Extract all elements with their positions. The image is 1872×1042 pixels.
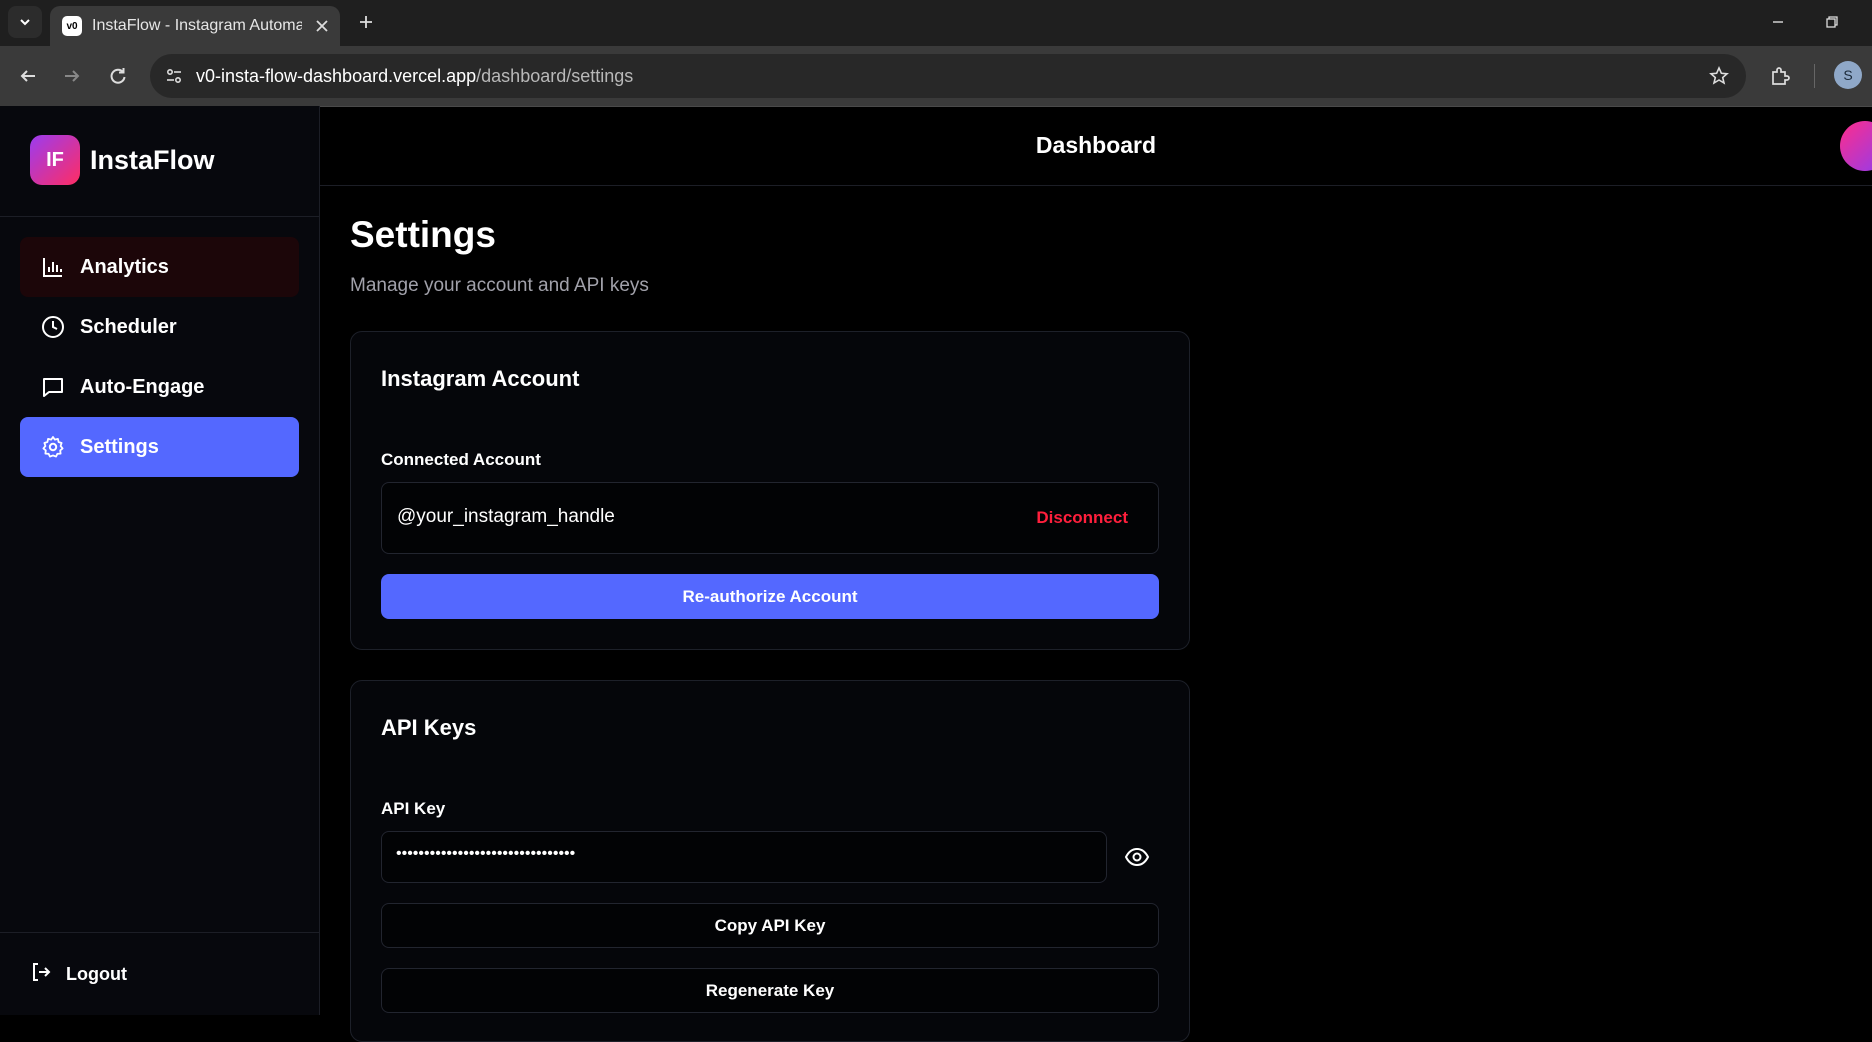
disconnect-button[interactable]: Disconnect (1036, 508, 1128, 528)
toggle-visibility-button[interactable] (1122, 842, 1152, 872)
sidebar-item-scheduler[interactable]: Scheduler (20, 297, 299, 357)
reload-button[interactable] (104, 62, 132, 90)
card-title: Instagram Account (381, 366, 580, 391)
message-square-icon (40, 374, 66, 400)
window-restore-button[interactable] (1820, 10, 1844, 34)
tab-close-button[interactable] (312, 16, 332, 36)
logout-icon (30, 961, 52, 988)
connected-account-label: Connected Account (381, 450, 541, 469)
star-icon (1709, 66, 1729, 85)
page-subtitle: Manage your account and API keys (350, 275, 649, 296)
top-bar: Dashboard (320, 106, 1872, 186)
v0-favicon-icon: v0 (62, 16, 82, 36)
tab-search-button[interactable] (8, 6, 42, 38)
profile-avatar-button[interactable]: S (1834, 61, 1862, 89)
bar-chart-icon (40, 254, 66, 280)
clock-icon (40, 314, 66, 340)
sidebar-item-label: Settings (80, 435, 159, 458)
browser-toolbar: v0-insta-flow-dashboard.vercel.app/dashb… (0, 46, 1872, 107)
sidebar-divider (0, 932, 319, 933)
api-key-input[interactable]: •••••••••••••••••••••••••••••••• (381, 831, 1107, 883)
card-title: API Keys (381, 715, 477, 740)
brand-logo: IF (30, 135, 80, 185)
forward-button[interactable] (58, 62, 86, 90)
logout-button[interactable]: Logout (30, 961, 127, 988)
sidebar-divider (0, 216, 319, 217)
logout-label: Logout (66, 964, 127, 984)
brand-name: InstaFlow (90, 144, 215, 175)
sidebar-item-label: Auto-Engage (80, 375, 205, 398)
api-key-masked-value: •••••••••••••••••••••••••••••••• (396, 845, 576, 862)
url-host: v0-insta-flow-dashboard.vercel.app (196, 66, 477, 86)
arrow-left-icon (20, 70, 35, 82)
minimize-icon (1773, 21, 1783, 23)
top-bar-title: Dashboard (1035, 132, 1157, 158)
reload-icon (110, 68, 126, 84)
sidebar-item-label: Scheduler (80, 315, 177, 338)
sidebar-item-analytics[interactable]: Analytics (20, 237, 299, 297)
tab-title: InstaFlow - Instagram Automation Dashboa… (92, 17, 302, 34)
arrow-right-icon (65, 70, 80, 82)
sidebar-item-settings[interactable]: Settings (20, 417, 299, 477)
restore-icon (1826, 16, 1838, 28)
sidebar: IF InstaFlow Analytics Scheduler Auto-En… (0, 106, 320, 1015)
window-minimize-button[interactable] (1766, 10, 1790, 34)
gear-icon (40, 434, 66, 460)
address-bar[interactable]: v0-insta-flow-dashboard.vercel.app/dashb… (150, 54, 1746, 98)
extensions-button[interactable] (1766, 62, 1794, 90)
instagram-account-card: Instagram Account Connected Account @you… (350, 331, 1190, 650)
bookmark-button[interactable] (1706, 63, 1732, 89)
browser-tab-active[interactable]: v0 InstaFlow - Instagram Automation Dash… (50, 6, 340, 46)
close-icon (316, 20, 328, 32)
copy-api-key-button[interactable]: Copy API Key (381, 903, 1159, 948)
connected-account-field: @your_instagram_handle Disconnect (381, 482, 1159, 554)
page-title: Settings (350, 214, 496, 255)
url-text: v0-insta-flow-dashboard.vercel.app/dashb… (196, 66, 633, 87)
sidebar-item-auto-engage[interactable]: Auto-Engage (20, 357, 299, 417)
chevron-down-icon (20, 19, 30, 26)
plus-icon (360, 16, 372, 28)
api-keys-card: API Keys API Key •••••••••••••••••••••••… (350, 680, 1190, 1042)
puzzle-icon (1772, 67, 1790, 85)
brand[interactable]: IF InstaFlow (30, 135, 215, 185)
tune-icon (166, 68, 182, 84)
toolbar-separator (1814, 64, 1815, 88)
sidebar-item-label: Analytics (80, 255, 169, 278)
reauthorize-account-button[interactable]: Re-authorize Account (381, 574, 1159, 619)
site-info-button[interactable] (160, 62, 188, 90)
instagram-handle: @your_instagram_handle (397, 506, 615, 527)
regenerate-key-button[interactable]: Regenerate Key (381, 968, 1159, 1013)
api-key-label: API Key (381, 799, 446, 818)
new-tab-button[interactable] (354, 10, 378, 34)
back-button[interactable] (14, 62, 42, 90)
user-avatar[interactable] (1840, 121, 1872, 171)
eye-icon (1124, 847, 1150, 867)
browser-tab-strip: v0 InstaFlow - Instagram Automation Dash… (0, 0, 1872, 46)
url-path: /dashboard/settings (476, 66, 634, 86)
